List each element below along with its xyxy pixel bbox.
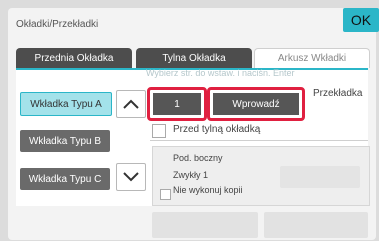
tab-back-cover[interactable]: Tylna Okładka: [136, 48, 252, 68]
paper-tray: Pod. boczny: [173, 153, 223, 163]
paper-settings-button[interactable]: [280, 166, 360, 188]
ok-button[interactable]: OK: [343, 8, 379, 32]
tab-insert-sheet[interactable]: Arkusz Wkładki: [254, 48, 370, 68]
chevron-down-icon: [123, 172, 139, 182]
enter-button[interactable]: Wprowadź: [213, 93, 299, 115]
bottom-button-left[interactable]: [152, 212, 258, 238]
chevron-up-icon: [123, 99, 139, 109]
insert-label: Przekładka: [313, 88, 363, 99]
no-copy-checkbox[interactable]: [160, 189, 171, 200]
enter-highlight: Wprowadź: [207, 87, 305, 121]
tab-front-cover[interactable]: Przednia Okładka: [16, 48, 132, 68]
scroll-down-button[interactable]: [116, 163, 146, 191]
page-number-field[interactable]: 1: [153, 93, 201, 115]
paper-type: Zwykły 1: [173, 170, 209, 180]
window-title: Okładki/Przekładki: [16, 19, 99, 30]
insert-type-b-button[interactable]: Wkładka Typu B: [20, 130, 110, 152]
no-copy-label: Nie wykonuj kopii: [173, 185, 243, 195]
scroll-up-button[interactable]: [116, 90, 146, 118]
page-number-highlight: 1: [147, 87, 207, 121]
insert-type-a-button[interactable]: Wkładka Typu A: [20, 92, 112, 116]
before-back-cover-checkbox[interactable]: [152, 124, 166, 138]
before-back-cover-label: Przed tylną okładką: [173, 124, 261, 135]
insert-type-c-button[interactable]: Wkładka Typu C: [20, 168, 110, 190]
divider: [150, 140, 368, 141]
instruction-hint: Wybierz str. do wstaw. i naciśn. Enter: [146, 68, 295, 78]
bottom-button-right[interactable]: [264, 212, 368, 238]
